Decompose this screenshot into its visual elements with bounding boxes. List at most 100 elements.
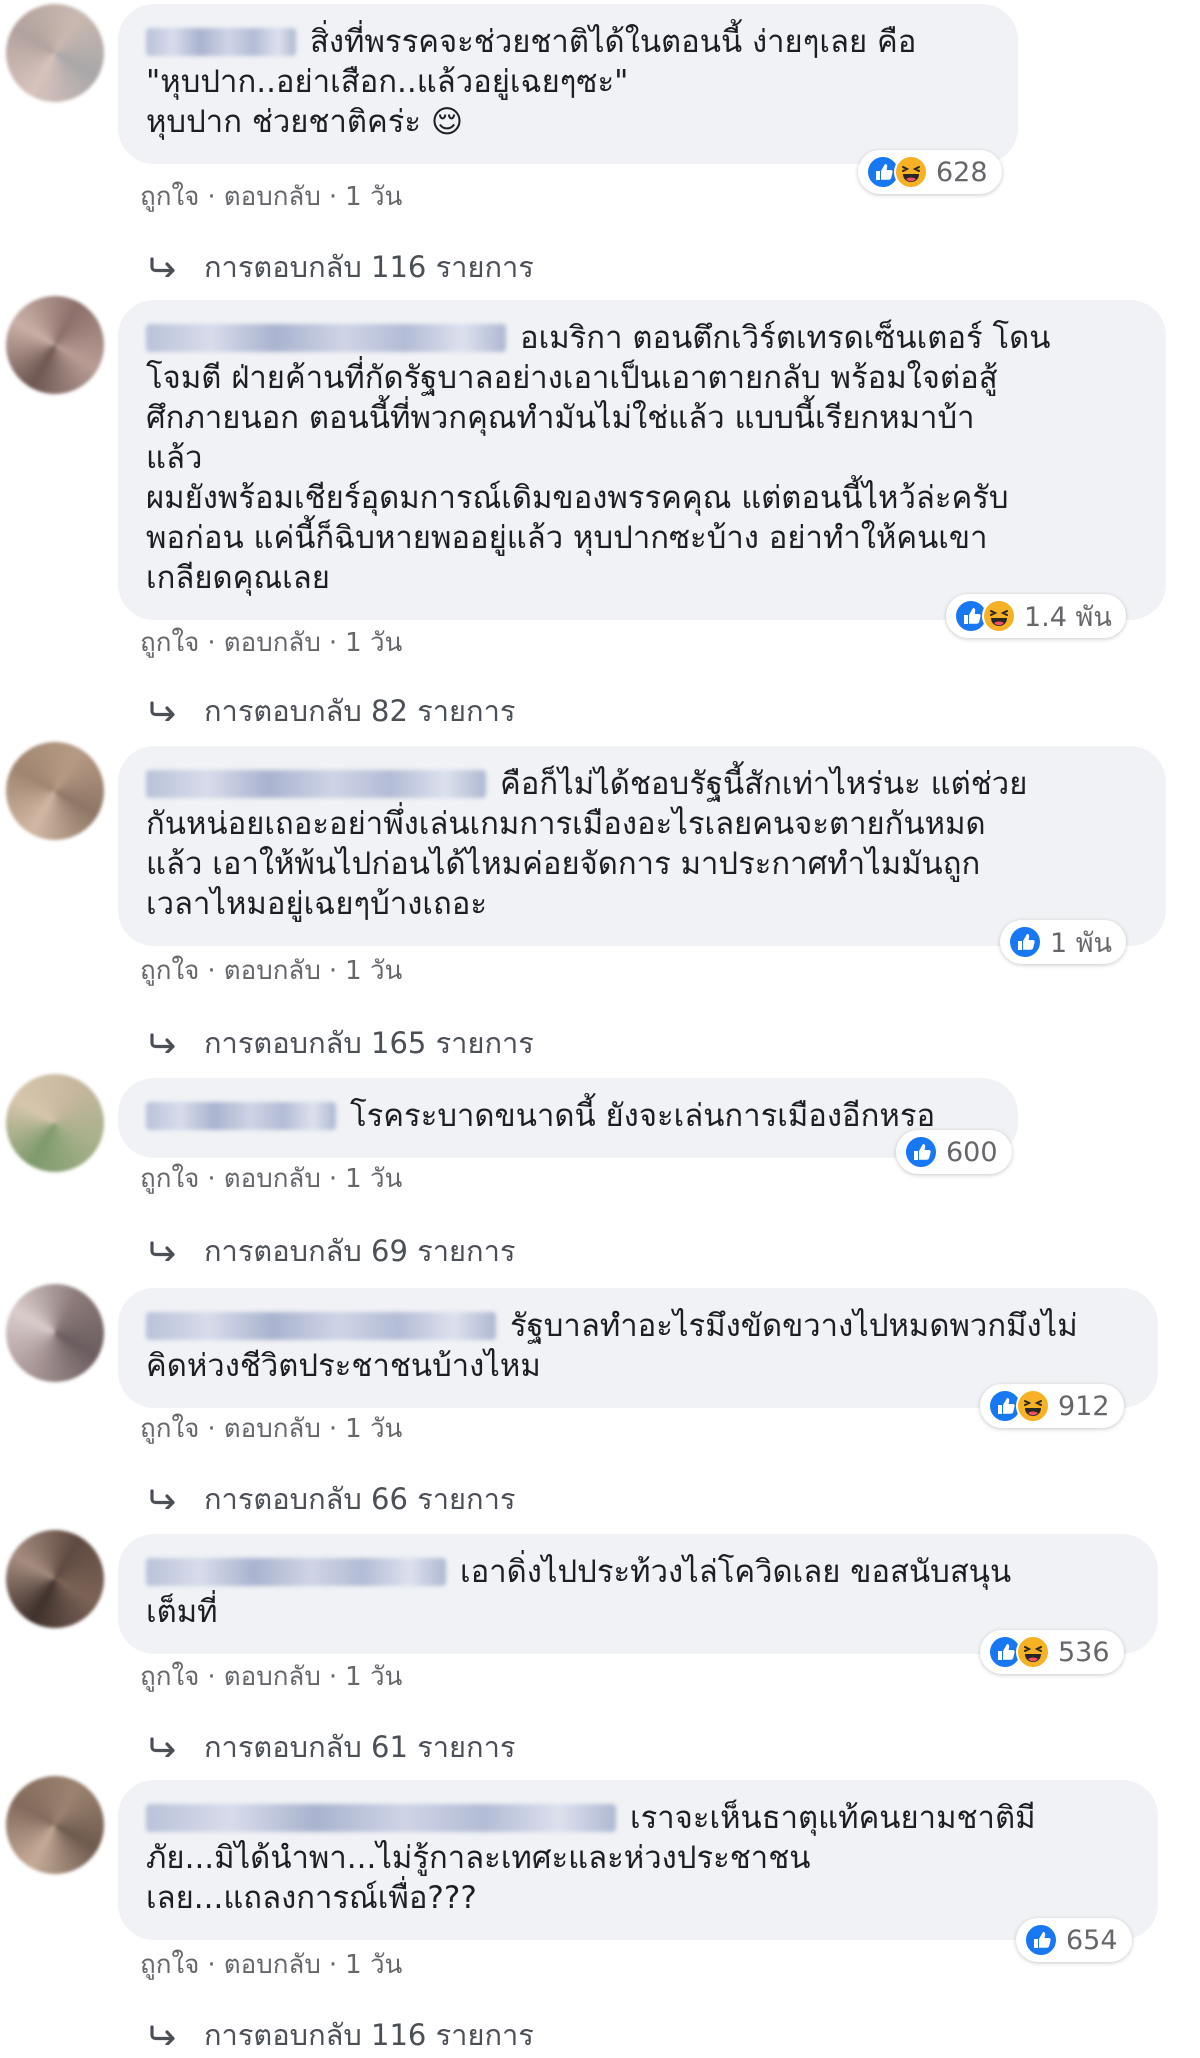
comment-bubble: สิ่งที่พรรคจะช่วยชาติได้ในตอนนี้ ง่ายๆเล…: [118, 4, 1018, 164]
comment-line-text: เต็มที่: [146, 1594, 218, 1630]
comment-line: คิดห่วงชีวิตประชาชนบ้างไหม: [146, 1346, 1126, 1386]
view-replies-link[interactable]: การตอบกลับ 69 รายการ: [150, 1228, 515, 1274]
comment-line-text: แล้ว เอาให้พ้นไปก่อนได้ไหมค่อยจัดการ มาป…: [146, 846, 981, 882]
comment-timestamp[interactable]: 1 วัน: [345, 1944, 402, 1985]
reaction-count: 912: [1058, 1390, 1110, 1422]
reaction-count-pill[interactable]: 536: [980, 1630, 1124, 1674]
reaction-count-pill[interactable]: 1.4 พัน: [946, 594, 1126, 638]
avatar[interactable]: [6, 1530, 104, 1628]
avatar[interactable]: [6, 296, 104, 394]
commenter-name-redacted[interactable]: [146, 1804, 616, 1832]
replies-count-label: การตอบกลับ 61 รายการ: [204, 1730, 516, 1764]
like-link[interactable]: ถูกใจ: [140, 176, 199, 217]
view-replies-link[interactable]: การตอบกลับ 82 รายการ: [150, 688, 515, 734]
reply-link[interactable]: ตอบกลับ: [224, 1158, 321, 1199]
commenter-name-redacted[interactable]: [146, 770, 486, 798]
reply-link[interactable]: ตอบกลับ: [224, 1944, 321, 1985]
comment-timestamp[interactable]: 1 วัน: [345, 622, 402, 663]
separator-dot: ·: [328, 1662, 338, 1692]
comment-bubble: เราจะเห็นธาตุแท้คนยามชาติมี ภัย...มิได้นำ…: [118, 1780, 1158, 1940]
reply-link[interactable]: ตอบกลับ: [224, 176, 321, 217]
replies-count-label: การตอบกลับ 69 รายการ: [204, 1234, 516, 1268]
comment-line: คือก็ไม่ได้ชอบรัฐนี้สักเท่าไหร่นะ แต่ช่ว…: [146, 764, 1134, 804]
separator-dot: ·: [328, 1950, 338, 1980]
separator-dot: ·: [207, 1164, 216, 1194]
reply-link[interactable]: ตอบกลับ: [224, 950, 321, 991]
commenter-name-redacted[interactable]: [146, 1312, 496, 1340]
reaction-count-pill[interactable]: 912: [980, 1384, 1124, 1428]
reply-arrow-icon: [150, 1234, 178, 1268]
haha-icon: [894, 155, 928, 189]
reaction-count: 628: [936, 156, 988, 188]
comment-timestamp[interactable]: 1 วัน: [345, 1158, 402, 1199]
like-link[interactable]: ถูกใจ: [140, 1158, 199, 1199]
comment-text: เราจะเห็นธาตุแท้คนยามชาติมี ภัย...มิได้นำ…: [146, 1798, 1126, 1918]
reply-arrow-icon: [150, 250, 178, 284]
commenter-name-redacted[interactable]: [146, 1102, 336, 1130]
reply-arrow-icon: [150, 2018, 178, 2052]
comment-timestamp[interactable]: 1 วัน: [345, 1408, 402, 1449]
comment-bubble: อเมริกา ตอนตึกเวิร์ตเทรดเซ็นเตอร์ โดน โจม…: [118, 300, 1166, 620]
reaction-icons: [988, 1389, 1050, 1423]
like-link[interactable]: ถูกใจ: [140, 1944, 199, 1985]
comment-line-text: คิดห่วงชีวิตประชาชนบ้างไหม: [146, 1348, 541, 1384]
reply-link[interactable]: ตอบกลับ: [224, 1408, 321, 1449]
comment-actions: ถูกใจ · ตอบกลับ · 1 วัน: [140, 622, 402, 663]
reply-arrow-icon: [150, 1026, 178, 1060]
avatar[interactable]: [6, 4, 104, 102]
separator-dot: ·: [207, 1950, 216, 1980]
reaction-count: 1 พัน: [1050, 927, 1113, 959]
reaction-count: 654: [1066, 1924, 1118, 1956]
comment-line: ผมยังพร้อมเชียร์อุดมการณ์เดิมของพรรคคุณ …: [146, 478, 1134, 518]
comment-text: รัฐบาลทำอะไรมึงขัดขวางไปหมดพวกมึงไม่ คิดห…: [146, 1306, 1126, 1386]
avatar[interactable]: [6, 1074, 104, 1172]
comment-line: ภัย...มิได้นำพา...ไม่รู้กาละเทศะและห่วงป…: [146, 1838, 1126, 1878]
commenter-name-redacted[interactable]: [146, 324, 506, 352]
separator-dot: ·: [207, 182, 216, 212]
reaction-icons: [954, 599, 1016, 633]
haha-icon: [1016, 1389, 1050, 1423]
comment-line-text: แล้ว: [146, 440, 203, 476]
comment-timestamp[interactable]: 1 วัน: [345, 950, 402, 991]
comment-timestamp[interactable]: 1 วัน: [345, 1656, 402, 1697]
comment-bubble: โรคระบาดขนาดนี้ ยังจะเล่นการเมืองอีกหรอ: [118, 1078, 1018, 1158]
comment-line-text: ศึกภายนอก ตอนนี้ที่พวกคุณทำมันไม่ใช่แล้ว…: [146, 400, 975, 436]
reply-link[interactable]: ตอบกลับ: [224, 1656, 321, 1697]
reply-link[interactable]: ตอบกลับ: [224, 622, 321, 663]
commenter-name-redacted[interactable]: [146, 28, 296, 56]
avatar[interactable]: [6, 1776, 104, 1874]
view-replies-link[interactable]: การตอบกลับ 61 รายการ: [150, 1724, 515, 1770]
reaction-count: 536: [1058, 1636, 1110, 1668]
comment-line: หุบปาก ช่วยชาติคร่ะ 😌: [146, 102, 986, 142]
reaction-count-pill[interactable]: 628: [858, 150, 1002, 194]
view-replies-link[interactable]: การตอบกลับ 116 รายการ: [150, 244, 534, 290]
view-replies-link[interactable]: การตอบกลับ 165 รายการ: [150, 1020, 534, 1066]
comment-line: เวลาไหมอยู่เฉยๆบ้างเถอะ: [146, 884, 1134, 924]
comment-line: เราจะเห็นธาตุแท้คนยามชาติมี: [146, 1798, 1126, 1838]
like-link[interactable]: ถูกใจ: [140, 950, 199, 991]
replies-count-label: การตอบกลับ 165 รายการ: [204, 1026, 534, 1060]
reaction-count: 600: [946, 1136, 998, 1168]
like-link[interactable]: ถูกใจ: [140, 1656, 199, 1697]
avatar[interactable]: [6, 742, 104, 840]
reaction-icons: [866, 155, 928, 189]
comment-line-text: เกลียดคุณเลย: [146, 560, 330, 596]
haha-icon: [982, 599, 1016, 633]
avatar[interactable]: [6, 1284, 104, 1382]
view-replies-link[interactable]: การตอบกลับ 116 รายการ: [150, 2012, 534, 2058]
reaction-count: 1.4 พัน: [1024, 601, 1112, 633]
comment-line-text: กันหน่อยเถอะอย่าพึ่งเล่นเกมการเมืองอะไรเ…: [146, 806, 986, 842]
commenter-name-redacted[interactable]: [146, 1558, 446, 1586]
reaction-count-pill[interactable]: 654: [1016, 1918, 1132, 1962]
reaction-count-pill[interactable]: 600: [896, 1130, 1012, 1174]
reaction-count-pill[interactable]: 1 พัน: [1000, 920, 1127, 964]
like-link[interactable]: ถูกใจ: [140, 1408, 199, 1449]
view-replies-link[interactable]: การตอบกลับ 66 รายการ: [150, 1476, 515, 1522]
like-link[interactable]: ถูกใจ: [140, 622, 199, 663]
separator-dot: ·: [328, 628, 338, 658]
comment-timestamp[interactable]: 1 วัน: [345, 176, 402, 217]
comment-line-text: ภัย...มิได้นำพา...ไม่รู้กาละเทศะและห่วงป…: [146, 1840, 811, 1876]
comment-line-text: เวลาไหมอยู่เฉยๆบ้างเถอะ: [146, 886, 488, 922]
comment-line: อเมริกา ตอนตึกเวิร์ตเทรดเซ็นเตอร์ โดน: [146, 318, 1134, 358]
comment-text: คือก็ไม่ได้ชอบรัฐนี้สักเท่าไหร่นะ แต่ช่ว…: [146, 764, 1134, 924]
